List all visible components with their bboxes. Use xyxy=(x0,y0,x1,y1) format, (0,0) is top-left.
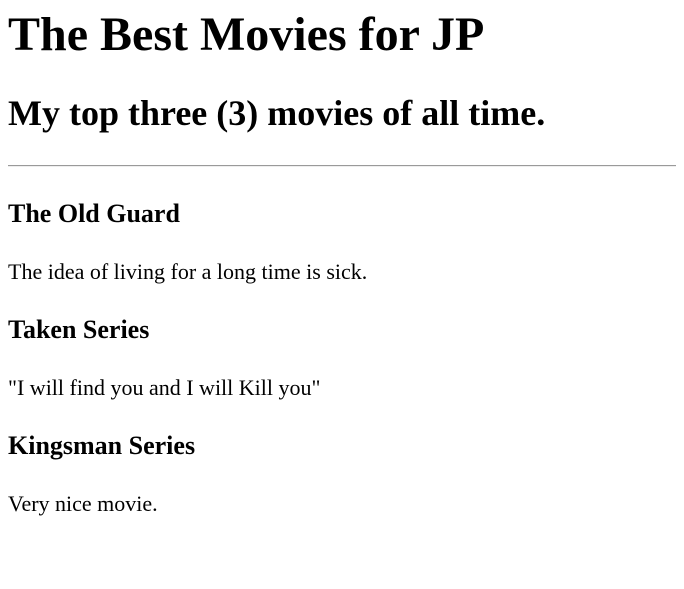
page-subtitle: My top three (3) movies of all time. xyxy=(8,93,546,133)
page-title: The Best Movies for JP xyxy=(8,8,485,61)
movie-list: The Old Guard The idea of living for a l… xyxy=(8,199,676,517)
divider xyxy=(8,165,676,167)
movie-title: The Old Guard xyxy=(8,199,180,228)
movie-title: Taken Series xyxy=(8,315,150,344)
movie-title: Kingsman Series xyxy=(8,431,196,460)
movie-item: Kingsman Series Very nice movie. xyxy=(8,431,676,517)
movie-item: The Old Guard The idea of living for a l… xyxy=(8,199,676,285)
movie-description: "I will find you and I will Kill you" xyxy=(8,375,321,400)
page-content: The Best Movies for JP My top three (3) … xyxy=(0,4,684,517)
movie-description: Very nice movie. xyxy=(8,491,158,516)
movie-item: Taken Series "I will find you and I will… xyxy=(8,315,676,401)
movie-description: The idea of living for a long time is si… xyxy=(8,259,368,284)
